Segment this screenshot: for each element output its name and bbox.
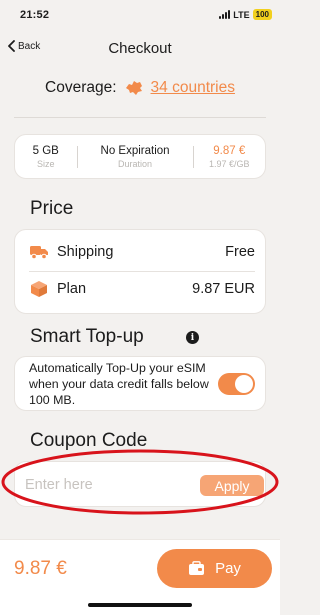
price-card: Shipping Free Plan 9.87 EUR xyxy=(14,229,266,314)
pay-label: Pay xyxy=(215,560,241,577)
data-size-column: 5 GB Size xyxy=(15,135,77,178)
divider xyxy=(14,117,266,118)
smart-topup-title: Smart Top-up xyxy=(30,326,144,347)
status-time: 21:52 xyxy=(20,9,50,21)
total-price: 9.87 € xyxy=(14,558,67,579)
signal-icon xyxy=(219,10,231,19)
shipping-value: Free xyxy=(225,244,255,260)
price-per-gb: 1.97 €/GB xyxy=(209,158,250,169)
back-button[interactable]: Back xyxy=(7,40,40,52)
duration-value: No Expiration xyxy=(100,144,170,157)
chevron-left-icon xyxy=(8,40,15,52)
plan-summary-card: 5 GB Size No Expiration Duration 9.87 € … xyxy=(14,134,266,179)
smart-topup-description: Automatically Top-Up your eSIM when your… xyxy=(29,361,209,407)
price-row-shipping: Shipping Free xyxy=(29,243,255,261)
data-size-caption: Size xyxy=(37,158,55,169)
coupon-section-title: Coupon Code xyxy=(30,430,148,451)
truck-icon xyxy=(29,243,49,261)
plan-price-column: 9.87 € 1.97 €/GB xyxy=(194,135,265,178)
info-icon[interactable]: i xyxy=(186,331,199,344)
coverage-row: Coverage: 34 countries xyxy=(0,79,280,97)
battery-icon: 100 xyxy=(252,9,272,20)
network-type: LTE xyxy=(233,9,250,20)
data-size-value: 5 GB xyxy=(32,144,59,157)
duration-caption: Duration xyxy=(118,158,153,169)
smart-topup-toggle[interactable] xyxy=(218,373,255,395)
apply-coupon-button[interactable]: Apply xyxy=(200,475,264,496)
wallet-icon xyxy=(189,561,205,575)
duration-column: No Expiration Duration xyxy=(78,135,193,178)
coverage-countries-link[interactable]: 34 countries xyxy=(151,79,235,97)
shipping-label: Shipping xyxy=(57,244,114,260)
coupon-input[interactable] xyxy=(25,473,195,497)
home-indicator xyxy=(88,603,192,607)
coverage-label: Coverage: xyxy=(45,79,117,96)
status-indicators: LTE 100 xyxy=(219,9,272,20)
divider xyxy=(29,271,255,272)
plan-label: Plan xyxy=(57,281,87,297)
plan-value: 9.87 EUR xyxy=(192,281,255,297)
plan-price-value: 9.87 € xyxy=(213,144,246,157)
smart-topup-card: Automatically Top-Up your eSIM when your… xyxy=(14,356,266,411)
pay-button[interactable]: Pay xyxy=(157,549,272,588)
price-row-plan: Plan 9.87 EUR xyxy=(29,280,255,298)
page-title: Checkout xyxy=(108,40,172,57)
price-section-title: Price xyxy=(30,198,74,219)
package-icon xyxy=(29,280,49,298)
map-region-icon xyxy=(125,81,142,95)
toggle-knob xyxy=(235,375,253,393)
back-label: Back xyxy=(18,40,41,52)
